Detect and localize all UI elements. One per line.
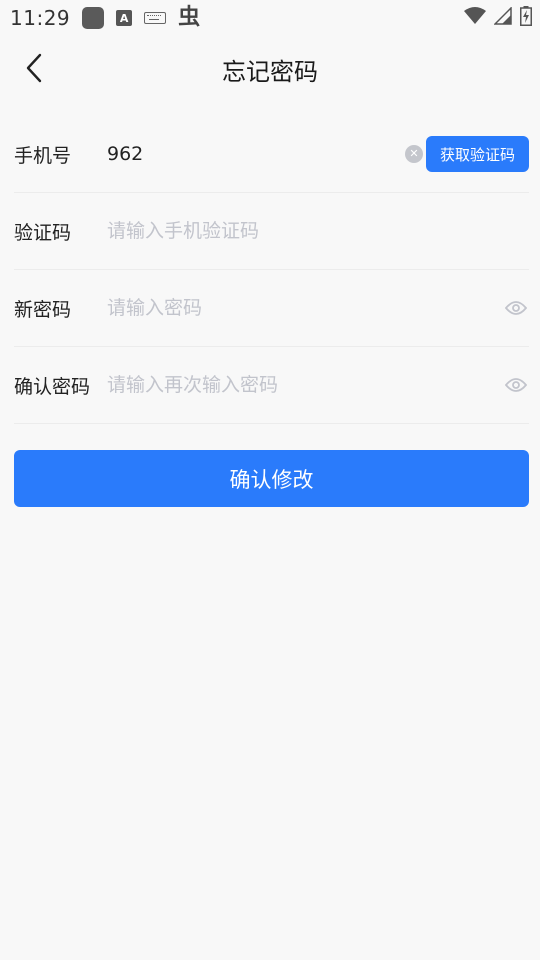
confirm-change-button[interactable]: 确认修改: [14, 450, 529, 507]
battery-icon: [520, 6, 532, 26]
new-password-row: 新密码: [14, 270, 529, 347]
nav-bar: 忘记密码: [0, 36, 540, 100]
eye-icon[interactable]: [504, 296, 528, 320]
confirm-password-input[interactable]: [107, 365, 504, 405]
keyboard-icon: [144, 12, 167, 24]
signal-icon: [494, 7, 512, 25]
new-password-input[interactable]: [107, 288, 504, 328]
new-password-label: 新密码: [14, 298, 72, 321]
page-title: 忘记密码: [222, 58, 318, 86]
phone-input[interactable]: [107, 134, 405, 174]
status-bar: 11:29 A 虫: [0, 0, 540, 36]
phone-label: 手机号: [14, 144, 72, 167]
confirm-password-row: 确认密码: [14, 347, 529, 424]
confirm-password-label: 确认密码: [14, 375, 91, 398]
status-time: 11:29: [10, 6, 71, 30]
code-input[interactable]: [107, 211, 529, 251]
bug-icon: 虫: [178, 5, 201, 30]
clear-icon[interactable]: ✕: [405, 145, 423, 163]
wifi-icon: [464, 7, 486, 24]
phone-row: 手机号 ✕ 获取验证码: [14, 116, 529, 193]
app-square-icon: [82, 7, 105, 29]
code-row: 验证码: [14, 193, 529, 270]
eye-icon[interactable]: [504, 373, 528, 397]
forgot-password-form: 手机号 ✕ 获取验证码 验证码 新密码 确认密码: [14, 116, 529, 424]
text-a-icon: A: [116, 10, 133, 26]
code-label: 验证码: [14, 221, 72, 244]
get-code-button[interactable]: 获取验证码: [426, 136, 529, 172]
